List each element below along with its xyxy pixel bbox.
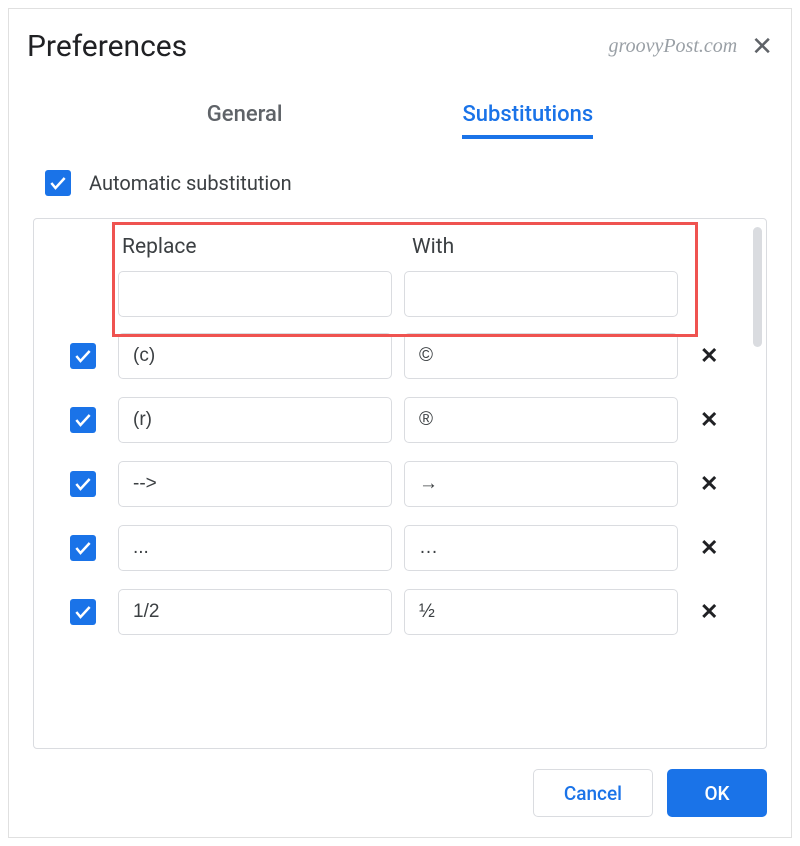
with-input[interactable] — [404, 333, 678, 379]
table-row: ✕ — [48, 525, 740, 571]
replace-input[interactable] — [118, 525, 392, 571]
replace-input[interactable] — [118, 333, 392, 379]
column-header-with: With — [408, 229, 686, 271]
with-input[interactable] — [404, 397, 678, 443]
ok-button[interactable]: OK — [667, 769, 767, 817]
watermark-text: groovyPost.com — [609, 35, 738, 58]
row-checkbox[interactable] — [70, 471, 96, 497]
preferences-dialog: Preferences groovyPost.com ✕ General Sub… — [8, 8, 792, 838]
row-checkbox[interactable] — [70, 535, 96, 561]
substitutions-table: Replace With ✕ ✕ — [33, 218, 767, 749]
dialog-header: Preferences groovyPost.com ✕ — [9, 9, 791, 74]
delete-row-icon[interactable]: ✕ — [690, 344, 718, 369]
delete-row-icon[interactable]: ✕ — [690, 408, 718, 433]
replace-input[interactable] — [118, 589, 392, 635]
scrollbar-thumb[interactable] — [753, 227, 762, 347]
auto-substitution-label: Automatic substitution — [89, 171, 292, 195]
with-input[interactable] — [404, 525, 678, 571]
replace-input[interactable] — [118, 397, 392, 443]
table-row: ✕ — [48, 397, 740, 443]
checkmark-icon — [73, 538, 93, 558]
row-checkbox[interactable] — [70, 343, 96, 369]
checkmark-icon — [73, 410, 93, 430]
table-row: ✕ — [48, 333, 740, 379]
new-substitution-row — [48, 271, 740, 317]
header-right: groovyPost.com ✕ — [609, 34, 773, 60]
row-checkbox[interactable] — [70, 599, 96, 625]
tab-general[interactable]: General — [207, 102, 283, 139]
with-input[interactable] — [404, 461, 678, 507]
new-replace-input[interactable] — [118, 271, 392, 317]
new-with-input[interactable] — [404, 271, 678, 317]
with-input[interactable] — [404, 589, 678, 635]
column-header-replace: Replace — [118, 229, 396, 271]
table-row: ✕ — [48, 461, 740, 507]
tab-substitutions[interactable]: Substitutions — [462, 102, 593, 139]
cancel-button[interactable]: Cancel — [533, 769, 653, 817]
delete-row-icon[interactable]: ✕ — [690, 600, 718, 625]
close-icon[interactable]: ✕ — [751, 34, 773, 60]
checkmark-icon — [73, 346, 93, 366]
checkmark-icon — [48, 173, 68, 193]
table-row: ✕ — [48, 589, 740, 635]
auto-substitution-row: Automatic substitution — [9, 164, 791, 218]
delete-row-icon[interactable]: ✕ — [690, 536, 718, 561]
delete-row-icon[interactable]: ✕ — [690, 472, 718, 497]
checkmark-icon — [73, 602, 93, 622]
dialog-title: Preferences — [27, 29, 187, 64]
tab-bar: General Substitutions — [9, 102, 791, 140]
table-header-row: Replace With — [48, 229, 740, 271]
dialog-footer: Cancel OK — [9, 749, 791, 837]
checkmark-icon — [73, 474, 93, 494]
row-checkbox[interactable] — [70, 407, 96, 433]
auto-substitution-checkbox[interactable] — [45, 170, 71, 196]
replace-input[interactable] — [118, 461, 392, 507]
